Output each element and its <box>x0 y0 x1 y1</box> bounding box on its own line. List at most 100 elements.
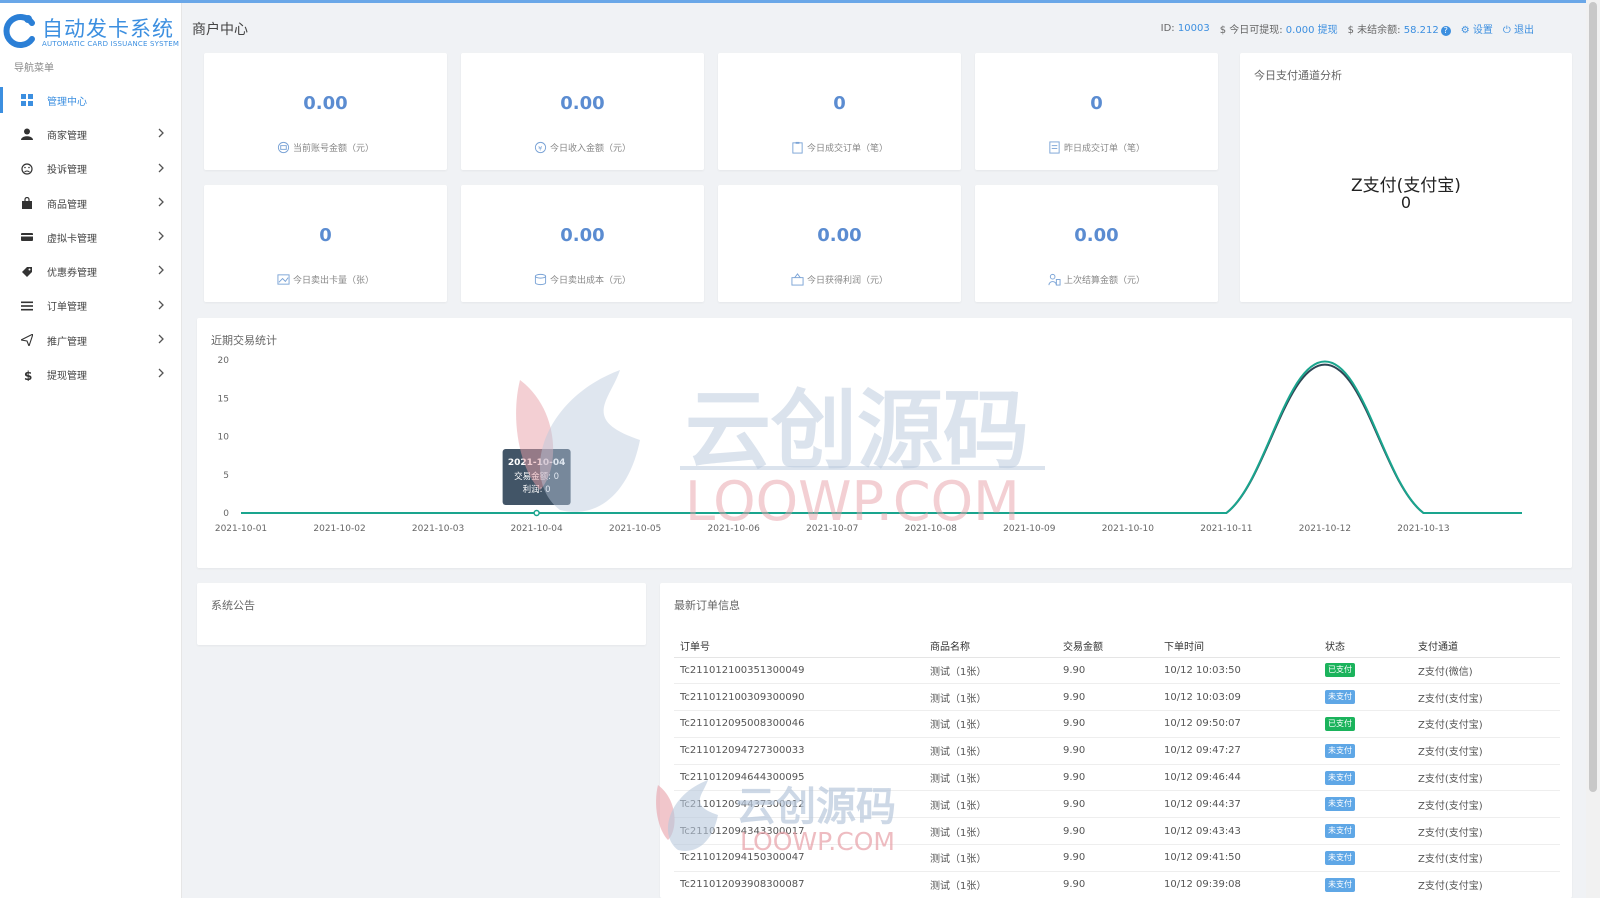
status-badge: 未支付 <box>1325 877 1355 892</box>
product-name-cell: 测试（1张） <box>924 844 1057 872</box>
order-icon <box>792 141 803 154</box>
profit-icon <box>791 273 804 286</box>
y-tick-label: 15 <box>218 394 229 404</box>
stat-label-row: 昨日成交订单（笔） <box>975 141 1218 154</box>
x-tick-label: 2021-10-06 <box>708 524 761 534</box>
payment-channel-analysis: 今日支付通道分析 Z支付(支付宝) 0 <box>1240 53 1572 302</box>
logo-subtitle: AUTOMATIC CARD ISSUANCE SYSTEM <box>42 40 180 48</box>
stat-card-last-settlement: 0.00 上次结算金额（元） <box>975 185 1218 302</box>
tooltip-title: 2021-10-04 <box>508 458 566 468</box>
payment-channel-cell: Z支付(支付宝) <box>1412 737 1560 765</box>
stat-label-row: 今日获得利润（元） <box>718 273 961 286</box>
table-row[interactable]: Tc211012100351300049 测试（1张） 9.90 10/12 10:0… <box>674 657 1560 685</box>
sidebar-item-dashboard[interactable]: 管理中心 <box>0 83 181 117</box>
stat-value: 0.00 <box>560 93 605 114</box>
table-row[interactable]: Tc211012094150300047 测试（1张） 9.90 10/12 09:4… <box>674 844 1560 872</box>
amount-cell: 9.90 <box>1057 683 1158 712</box>
table-row[interactable]: Tc211012094727300033 测试（1张） 9.90 10/12 09:4… <box>674 737 1560 765</box>
sidebar-item-products[interactable]: 商品管理 <box>0 186 181 220</box>
line-chart[interactable]: 0 5 10 15 20 2021-10-01 2021-10-02 2021-10-03 20… <box>197 318 1572 568</box>
stat-label-row: 今日卖出卡量（张） <box>204 273 447 286</box>
sidebar-item-virtual-cards[interactable]: 虚拟卡管理 <box>0 220 181 254</box>
withdrawable-label: $ 今日可提现: <box>1219 25 1283 36</box>
user-icon <box>20 127 34 141</box>
panel-title: 最新订单信息 <box>674 599 740 612</box>
withdrawable-today: $ 今日可提现: 0.000 提现 <box>1220 21 1338 36</box>
wallet-icon <box>277 141 290 154</box>
sidebar-item-promotion[interactable]: 推广管理 <box>0 323 181 357</box>
amount-cell: 9.90 <box>1057 657 1158 685</box>
stat-value: 0.00 <box>303 93 348 114</box>
sidebar-item-merchants[interactable]: 商家管理 <box>0 117 181 151</box>
unsettled-value: 58.212 <box>1403 25 1439 36</box>
y-tick-label: 20 <box>218 356 230 366</box>
x-tick-label: 2021-10-11 <box>1200 524 1252 534</box>
table-row[interactable]: Tc211012094644300095 测试（1张） 9.90 10/12 09:4… <box>674 764 1560 792</box>
withdraw-link[interactable]: 提现 <box>1318 25 1338 36</box>
x-tick-label: 2021-10-13 <box>1397 524 1449 534</box>
scrollbar-thumb[interactable] <box>1589 2 1597 792</box>
order-time-cell: 10/12 09:39:08 <box>1158 871 1319 898</box>
product-name-cell: 测试（1张） <box>924 871 1057 898</box>
status-cell: 未支付 <box>1319 844 1412 872</box>
stat-label: 今日成交订单（笔） <box>806 144 888 154</box>
doc-icon <box>1049 141 1060 154</box>
column-header: 支付通道 <box>1412 635 1560 658</box>
gear-icon: ⚙ <box>1460 25 1470 36</box>
x-tick-label: 2021-10-02 <box>313 524 365 534</box>
sidebar-item-label: 投诉管理 <box>47 165 87 177</box>
table-row[interactable]: Tc211012100309300090 测试（1张） 9.90 10/12 10:0… <box>674 683 1560 712</box>
sidebar-item-coupons[interactable]: 优惠券管理 <box>0 254 181 288</box>
product-name-cell: 测试（1张） <box>924 683 1057 712</box>
stat-value: 0.00 <box>817 225 862 246</box>
logo-title: 自动发卡系统 <box>42 17 174 41</box>
id-label: ID: <box>1160 23 1175 34</box>
column-header: 商品名称 <box>924 635 1057 658</box>
sidebar-item-orders[interactable]: 订单管理 <box>0 289 181 323</box>
chevron-right-icon <box>158 266 164 275</box>
sidebar-item-label: 虚拟卡管理 <box>47 233 97 245</box>
order-time-cell: 10/12 09:44:37 <box>1158 790 1319 819</box>
stat-label-row: 当前账号金额（元） <box>204 141 447 154</box>
sidebar-item-label: 优惠券管理 <box>47 268 97 280</box>
stat-label: 今日卖出成本（元） <box>549 276 631 286</box>
nav-heading: 导航菜单 <box>14 63 54 74</box>
stat-card-yesterday-orders: 0 昨日成交订单（笔） <box>975 53 1218 170</box>
payment-channel-cell: Z支付(支付宝) <box>1412 683 1560 712</box>
logout-button[interactable]: ⏻ 退出 <box>1503 21 1534 36</box>
column-header: 订单号 <box>674 635 924 658</box>
payment-channel-cell: Z支付(支付宝) <box>1412 871 1560 898</box>
settings-label: 设置 <box>1472 25 1493 36</box>
table-row[interactable]: Tc211012093908300087 测试（1张） 9.90 10/12 09:3… <box>674 871 1560 898</box>
send-icon <box>20 333 34 347</box>
order-id-cell: Tc211012095008300046 <box>674 710 924 738</box>
x-tick-label: 2021-10-04 <box>510 524 563 534</box>
help-icon[interactable]: ? <box>1440 26 1451 36</box>
chevron-right-icon <box>158 163 164 173</box>
table-row[interactable]: Tc211012094343300017 测试（1张） 9.90 10/12 09:4… <box>674 817 1560 846</box>
stat-value: 0 <box>833 93 846 114</box>
column-header: 下单时间 <box>1158 635 1319 658</box>
product-name-cell: 测试（1张） <box>924 790 1057 819</box>
sidebar-item-withdrawals[interactable]: $ 提现管理 <box>0 357 181 391</box>
unsettled-label: $ 未结余额: <box>1347 25 1401 36</box>
page-scrollbar[interactable] <box>1586 0 1600 898</box>
tooltip-profit: 利润: 0 <box>523 484 551 495</box>
chart-svg: 0 5 10 15 20 2021-10-01 2021-10-02 2021-10-03 20… <box>215 356 1522 534</box>
chevron-right-icon <box>158 334 164 344</box>
order-id-cell: Tc211012094150300047 <box>674 844 924 872</box>
settings-button[interactable]: ⚙ 设置 <box>1461 21 1493 36</box>
status-cell: 未支付 <box>1319 790 1412 819</box>
logo-icon <box>3 14 35 48</box>
stat-label-row: 上次结算金额（元） <box>975 273 1218 286</box>
table-row[interactable]: Tc211012094437300012 测试（1张） 9.90 10/12 09:4… <box>674 790 1560 819</box>
payment-channel-cell: Z支付(支付宝) <box>1412 764 1560 792</box>
logout-label: 退出 <box>1514 25 1534 36</box>
stat-card-today-profit: 0.00 今日获得利润（元） <box>718 185 961 302</box>
logo[interactable]: 自动发卡系统 AUTOMATIC CARD ISSUANCE SYSTEM <box>0 11 182 55</box>
amount-cell: 9.90 <box>1057 844 1158 872</box>
data-point[interactable] <box>533 509 540 517</box>
sidebar-item-complaints[interactable]: 投诉管理 <box>0 152 181 186</box>
table-row[interactable]: Tc211012095008300046 测试（1张） 9.90 10/12 09:5… <box>674 710 1560 738</box>
stat-value: 0.00 <box>1074 225 1119 246</box>
